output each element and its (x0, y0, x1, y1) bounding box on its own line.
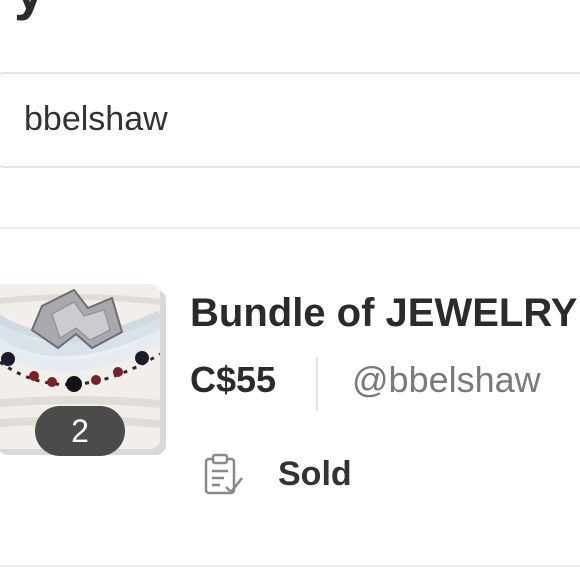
page-heading-partial: y (14, 0, 45, 18)
listing-price: C$55 (190, 359, 277, 400)
clipboard-check-icon (204, 453, 243, 495)
separator (316, 357, 318, 411)
divider (0, 565, 580, 567)
listing-card[interactable]: 2 Bundle of JEWELRY C$55 @bbelshaw Sold (0, 229, 580, 565)
search-input[interactable] (24, 94, 564, 144)
listing-title[interactable]: Bundle of JEWELRY (190, 291, 577, 336)
status-label: Sold (278, 455, 352, 493)
photo-count-badge: 2 (35, 406, 125, 456)
seller-username[interactable]: @bbelshaw (352, 359, 541, 401)
search-field[interactable] (0, 72, 580, 168)
